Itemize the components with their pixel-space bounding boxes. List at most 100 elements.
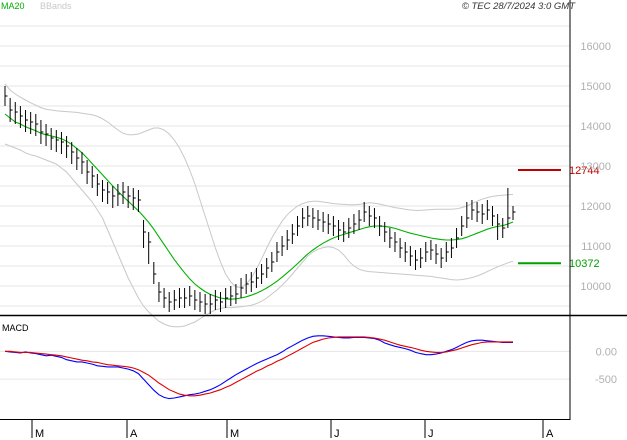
price-bar [271, 252, 275, 272]
price-bar [491, 206, 495, 226]
price-bar [312, 208, 316, 228]
y-tick-label: 12000 [580, 201, 611, 213]
price-bar [35, 114, 39, 136]
stock-chart: 1274410372 10000 11000 12000 13000 14000 1500… [0, 0, 627, 440]
price-bar [189, 286, 193, 306]
price-bar [40, 120, 44, 144]
price-bar [420, 248, 424, 268]
y-tick-label: 14000 [580, 121, 611, 133]
y-tick-label: 15000 [580, 81, 611, 93]
price-bar [456, 228, 460, 248]
x-tick-label: M [230, 428, 239, 440]
signal-line [5, 336, 513, 397]
price-bars [4, 86, 516, 314]
ma20-line [4, 113, 514, 300]
price-bar [322, 212, 326, 232]
price-bar [296, 216, 300, 236]
price-bar [502, 218, 506, 238]
price-bar [409, 246, 413, 266]
y-tick-label: 11000 [581, 241, 611, 253]
price-bar [225, 288, 229, 308]
price-bar [66, 136, 70, 158]
price-bar [512, 206, 516, 220]
legend-bbands: BBands [40, 1, 72, 11]
x-tick-label: A [546, 428, 554, 440]
price-bar [266, 258, 270, 278]
price-bar [307, 206, 311, 226]
price-bar [486, 200, 490, 220]
support-label: 10372 [569, 258, 600, 270]
price-bar [86, 160, 90, 184]
legend-ma20: MA20 [1, 1, 25, 11]
price-bar [117, 184, 121, 206]
price-bar [389, 228, 393, 248]
price-bar [399, 238, 403, 258]
price-bar [127, 186, 131, 208]
macd-lines [4, 335, 513, 400]
price-bar [30, 112, 34, 134]
price-bar [276, 242, 280, 262]
price-bar [143, 220, 147, 248]
price-bar [317, 210, 321, 230]
price-bar [91, 166, 95, 188]
price-bar [230, 286, 234, 306]
price-bar [25, 110, 29, 132]
price-bar [332, 216, 336, 236]
moving-average [4, 113, 514, 300]
price-bar [220, 292, 224, 312]
price-bar [507, 188, 511, 228]
price-bar [122, 182, 126, 204]
price-bar [368, 206, 372, 226]
price-bar [415, 250, 419, 270]
price-bar [163, 288, 167, 308]
price-bar [343, 222, 347, 242]
price-bar [461, 216, 465, 236]
price-bar [148, 232, 152, 264]
price-bar [178, 288, 182, 308]
price-bar [76, 148, 80, 170]
x-tick-label: A [130, 428, 138, 440]
price-bar [245, 274, 249, 294]
grid-lines [0, 25, 570, 380]
price-bar [291, 224, 295, 244]
price-levels: 1274410372 [518, 165, 600, 270]
price-bar [497, 214, 501, 240]
price-bar [394, 232, 398, 252]
price-bar [50, 128, 54, 150]
price-bar [445, 242, 449, 262]
price-bar [440, 248, 444, 268]
price-bar [4, 86, 8, 106]
price-bar [153, 262, 157, 284]
price-bar [327, 214, 331, 234]
x-tick-label: M [35, 428, 44, 440]
price-bar [194, 290, 198, 310]
price-bar [137, 190, 141, 212]
copyright-text: © TEC 28/7/2024 3:0 GMT [462, 1, 576, 12]
price-bar [338, 220, 342, 240]
price-bar [476, 202, 480, 222]
price-bar [173, 290, 177, 310]
price-bar [158, 282, 162, 302]
price-bar [168, 292, 172, 312]
price-bar [430, 240, 434, 260]
macd-title: MACD [2, 323, 29, 333]
macd-tick-label: 0.00 [596, 346, 617, 358]
price-bar [261, 264, 265, 284]
y-tick-label: 16000 [580, 41, 611, 53]
price-bar [60, 132, 64, 154]
price-bar [214, 290, 218, 310]
price-bar [481, 204, 485, 224]
price-bar [14, 102, 18, 124]
bband-lower-line [4, 143, 514, 328]
price-bar [199, 292, 203, 312]
price-bar [363, 202, 367, 222]
price-bar [435, 244, 439, 264]
price-bar [55, 130, 59, 152]
price-bar [281, 236, 285, 256]
price-bar [384, 222, 388, 242]
x-tick-label: J [428, 428, 434, 440]
y-tick-label: 13000 [580, 161, 611, 173]
price-bar [358, 210, 362, 230]
price-bar [404, 242, 408, 262]
y-tick-label: 10000 [580, 281, 611, 293]
